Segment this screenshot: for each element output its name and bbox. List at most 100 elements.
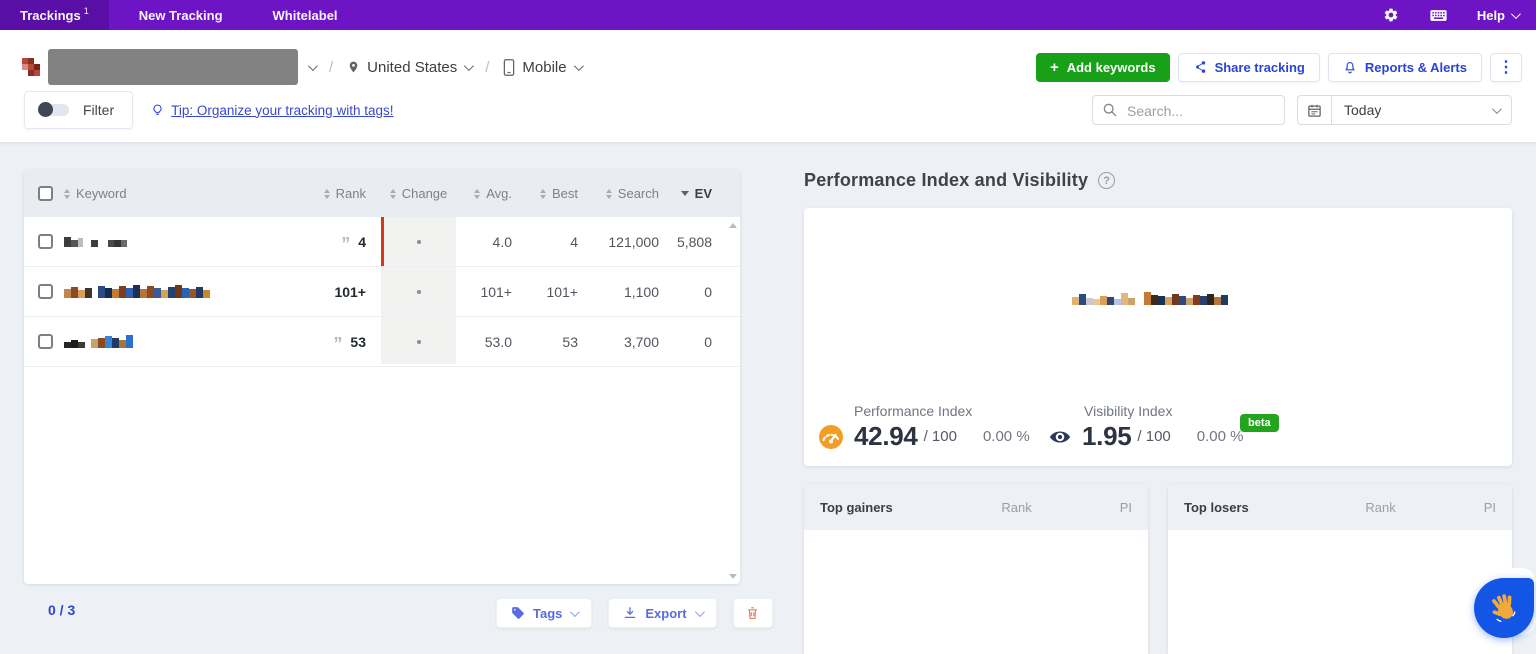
delete-button[interactable]: [732, 598, 773, 628]
ev-value: 0: [704, 333, 712, 350]
column-header-best[interactable]: Best: [524, 170, 578, 217]
share-tracking-label: Share tracking: [1214, 59, 1305, 75]
table-row[interactable]: ” 53 53.0 53 3,700 0: [24, 317, 740, 367]
chevron-down-icon: [1491, 103, 1502, 114]
no-change-dot: [416, 289, 421, 294]
no-change-dot: [416, 239, 421, 244]
date-range-value: Today: [1344, 102, 1382, 118]
performance-index-change: 0.00 %: [982, 428, 1030, 445]
pi-column-label: PI: [1483, 499, 1496, 515]
column-header-ev[interactable]: EV: [654, 170, 712, 217]
column-header-keyword[interactable]: Keyword: [64, 170, 264, 217]
rank-column-label: Rank: [1001, 499, 1032, 515]
performance-visibility-title: Performance Index and Visibility: [804, 170, 1089, 190]
date-range-picker[interactable]: Today: [1297, 95, 1512, 125]
keyword-redacted: [64, 217, 264, 266]
selected-count: 0 / 3: [48, 602, 76, 618]
nav-new-tracking[interactable]: New Tracking: [119, 0, 243, 30]
beta-badge: beta: [1240, 414, 1279, 432]
table-row[interactable]: ” 4 4.0 4 121,000 5,808: [24, 217, 740, 267]
project-selector[interactable]: [307, 60, 318, 71]
visibility-index-change: 0.00 %: [1196, 428, 1244, 445]
keyword-redacted: [64, 317, 264, 366]
column-header-search[interactable]: Search: [584, 170, 659, 217]
top-gainers-title: Top gainers: [820, 499, 893, 515]
serp-quote-icon: ”: [341, 234, 351, 255]
question-glyph: ?: [1103, 174, 1111, 187]
settings-gear-icon[interactable]: [1383, 7, 1400, 24]
search-input[interactable]: [1125, 96, 1279, 126]
nav-whitelabel[interactable]: Whitelabel: [253, 0, 358, 30]
add-keywords-button[interactable]: + Add keywords: [1035, 52, 1170, 82]
separator: /: [329, 58, 334, 76]
help-menu[interactable]: Help: [1476, 7, 1521, 23]
help-label: Help: [1476, 7, 1505, 23]
table-scroll-down-arrow[interactable]: [729, 574, 737, 579]
sort-icon: [605, 188, 612, 199]
sort-icon: [64, 188, 70, 199]
row-checkbox[interactable]: [38, 284, 53, 299]
top-losers-card: Top losers Rank PI: [1168, 484, 1512, 654]
add-keywords-label: Add keywords: [1066, 59, 1156, 75]
table-scroll-up-arrow[interactable]: [729, 223, 737, 228]
row-checkbox[interactable]: [38, 234, 53, 249]
eye-icon: [1049, 430, 1071, 443]
location-label: United States: [367, 58, 458, 76]
tags-tip-link[interactable]: Tip: Organize your tracking with tags!: [151, 102, 393, 118]
avg-value: 4.0: [492, 233, 512, 250]
download-icon: [625, 607, 636, 619]
rank-column-label: Rank: [1365, 499, 1396, 515]
top-losers-header: Top losers Rank PI: [1168, 484, 1512, 530]
tags-label: Tags: [533, 605, 563, 621]
chevron-down-icon: [573, 60, 584, 71]
device-selector[interactable]: Mobile: [503, 58, 584, 76]
sort-desc-icon: [680, 191, 689, 196]
share-tracking-button[interactable]: Share tracking: [1177, 52, 1320, 82]
export-label: Export: [645, 605, 687, 621]
nav-trackings[interactable]: Trackings 1: [0, 0, 109, 30]
trash-icon: [748, 607, 757, 619]
reports-alerts-label: Reports & Alerts: [1364, 59, 1467, 75]
more-actions-button[interactable]: ⋮: [1490, 52, 1522, 82]
performance-index-label: Performance Index: [854, 403, 973, 419]
device-label: Mobile: [522, 58, 567, 76]
location-selector[interactable]: United States: [347, 58, 475, 76]
gauge-icon: [819, 424, 843, 449]
filter-toggle[interactable]: [38, 102, 69, 117]
select-all-checkbox[interactable]: [38, 186, 53, 201]
nav-new-tracking-label: New Tracking: [138, 7, 223, 23]
filter-toggle-card[interactable]: Filter: [24, 91, 134, 129]
best-value: 4: [570, 233, 578, 250]
keyboard-icon[interactable]: [1430, 7, 1447, 24]
reports-alerts-button[interactable]: Reports & Alerts: [1327, 52, 1482, 82]
ev-header-label: EV: [694, 186, 712, 201]
table-row[interactable]: 101+ 101+ 101+ 1,100 0: [24, 267, 740, 317]
help-question-icon[interactable]: ?: [1098, 172, 1116, 189]
top-nav-bar: Trackings 1 New Tracking Whitelabel Help: [0, 0, 1536, 30]
chat-bubble-button[interactable]: [1474, 578, 1534, 638]
rank-header-label: Rank: [335, 186, 366, 201]
performance-index-block: Performance Index 42.94 / 100 0.00 %: [818, 403, 1030, 452]
tags-button[interactable]: Tags: [496, 598, 593, 628]
chevron-down-icon: [307, 60, 318, 71]
row-checkbox[interactable]: [38, 334, 53, 349]
avg-header-label: Avg.: [486, 186, 512, 201]
ev-value: 0: [704, 283, 712, 300]
calendar-icon: [1298, 96, 1332, 124]
search-volume-value: 121,000: [608, 233, 659, 250]
column-header-avg[interactable]: Avg.: [444, 170, 512, 217]
nav-trackings-label: Trackings: [20, 7, 81, 23]
location-pin-icon: [349, 61, 358, 73]
bell-icon: [1345, 61, 1355, 73]
sort-icon: [389, 188, 396, 199]
visibility-index-block: Visibility Index 1.95 / 100 0.00 %: [1048, 403, 1243, 452]
top-gainers-card: Top gainers Rank PI: [804, 484, 1148, 654]
column-header-rank[interactable]: Rank: [290, 170, 366, 217]
best-value: 101+: [546, 283, 578, 300]
project-name-redacted[interactable]: [48, 49, 298, 85]
keywords-table: Keyword Rank Change Avg. Best Search EV: [24, 170, 740, 584]
visibility-index-max: / 100: [1137, 428, 1171, 445]
sort-icon: [323, 188, 330, 199]
tags-tip-label: Tip: Organize your tracking with tags!: [171, 102, 394, 118]
export-button[interactable]: Export: [608, 598, 717, 628]
